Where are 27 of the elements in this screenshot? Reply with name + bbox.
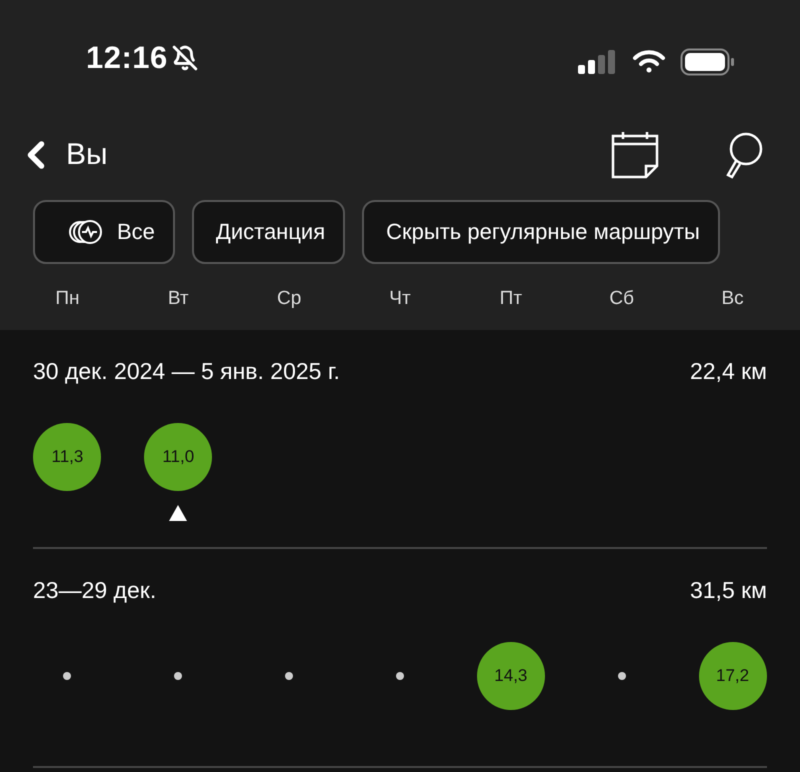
battery-icon — [680, 48, 736, 76]
rest-dot — [174, 672, 182, 680]
rest-dot — [618, 672, 626, 680]
filter-chip[interactable]: Все — [33, 200, 175, 264]
rest-dot — [285, 672, 294, 680]
signal-icon — [578, 50, 618, 74]
clock-time: 12:16 — [86, 40, 168, 76]
selection-marker — [169, 505, 188, 521]
weekday-label: Сб — [609, 288, 634, 310]
filter-chip[interactable]: Дистанция — [192, 200, 346, 264]
rest-dot — [396, 672, 404, 680]
week-range: 30 дек. 2024 — 5 янв. 2025 г. — [33, 358, 340, 385]
weekday-label: Пт — [500, 288, 522, 310]
rest-dot — [63, 672, 72, 680]
activity-circles-icon — [69, 219, 103, 245]
weekday-label: Ср — [276, 288, 302, 310]
week-total: 22,4 км — [690, 358, 767, 385]
back-button[interactable]: Вы — [14, 133, 108, 177]
calendar-icon[interactable] — [610, 130, 660, 180]
weekday-label: Вт — [168, 288, 189, 310]
week-range: 23—29 дек. — [33, 577, 156, 604]
week-total: 31,5 км — [690, 577, 767, 604]
weekday-label: Пн — [55, 288, 80, 310]
weekday-label: Вс — [721, 288, 744, 310]
filter-chip[interactable]: Скрыть регулярные маршруты — [362, 200, 720, 264]
wifi-icon — [632, 50, 666, 74]
weekday-label: Чт — [389, 288, 411, 310]
